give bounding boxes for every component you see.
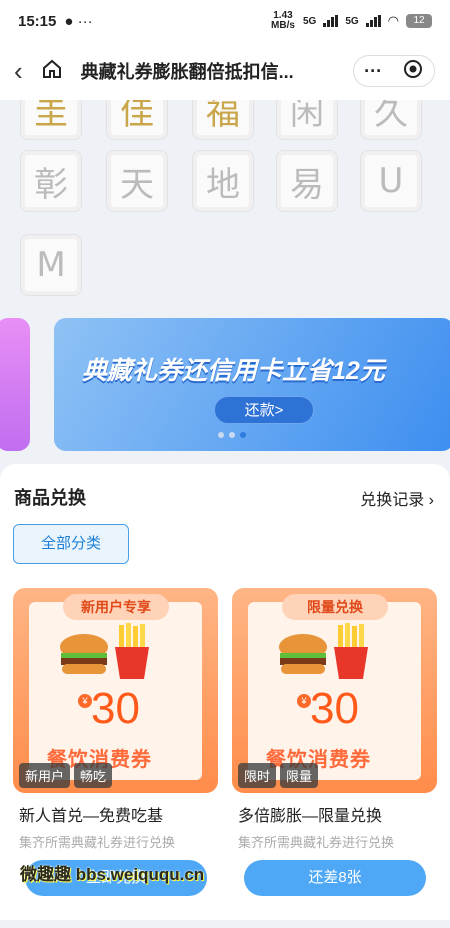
- signal-icon: [323, 15, 339, 27]
- product-tags: 限时 限量: [238, 763, 319, 788]
- yen-icon: ¥: [297, 694, 311, 708]
- card-char: U: [378, 161, 404, 201]
- card-char: 彰: [34, 164, 68, 205]
- card-tile[interactable]: 彰: [20, 150, 82, 212]
- coupon-ribbon: 新用户专享: [63, 594, 169, 620]
- back-icon[interactable]: ‹: [14, 56, 23, 87]
- network-type-1: 5G: [302, 15, 317, 27]
- card-char: 闲: [290, 100, 324, 133]
- product-tags: 新用户 畅吃: [19, 763, 113, 788]
- shortfall-button[interactable]: 还差8张: [244, 860, 426, 896]
- close-target-icon[interactable]: [403, 59, 423, 84]
- card-tile[interactable]: 福: [192, 100, 254, 140]
- battery-icon: 12: [406, 14, 432, 28]
- product-desc: 集齐所需典藏礼券进行兑换: [19, 835, 176, 850]
- exchange-panel: 商品兑换 兑换记录 › 全部分类 新用户专享 ¥ 30 餐饮消费券 新用户 畅吃…: [0, 464, 450, 920]
- fries-icon: [115, 623, 149, 679]
- card-tile[interactable]: 佳: [106, 100, 168, 140]
- burger-icon: [279, 634, 327, 674]
- coupon-amount: 30: [310, 684, 359, 733]
- card-tile[interactable]: M: [20, 234, 82, 296]
- collected-cards-grid: 圭 佳 福 闲 久 彰 天 地 易 U M: [0, 100, 450, 312]
- card-tile[interactable]: 久: [360, 100, 422, 140]
- coupon-image: 新用户专享 ¥ 30 餐饮消费券 新用户 畅吃: [13, 588, 218, 793]
- card-tile[interactable]: 闲: [276, 100, 338, 140]
- tag: 新用户: [19, 763, 71, 788]
- section-title: 商品兑换: [14, 488, 86, 508]
- exchange-record-link[interactable]: 兑换记录 ›: [360, 486, 434, 510]
- card-char: 易: [290, 164, 324, 205]
- yen-icon: ¥: [78, 694, 92, 708]
- product-name: 新人首兑—免费吃基: [19, 808, 164, 825]
- promo-banner[interactable]: 典藏礼券还信用卡立省12元 还款>: [54, 318, 450, 451]
- card-tile[interactable]: U: [360, 150, 422, 212]
- nav-bar: ‹ 典藏礼券膨胀翻倍抵扣信... ···: [0, 42, 450, 100]
- mini-program-capsule: ···: [352, 55, 435, 87]
- coupon-image: 限量兑换 ¥ 30 餐饮消费券 限时 限量: [232, 588, 437, 793]
- card-tile[interactable]: 地: [192, 150, 254, 212]
- product-name: 多倍膨胀—限量兑换: [238, 808, 383, 825]
- wifi-icon: ◠: [387, 13, 399, 28]
- card-char: 佳: [120, 100, 154, 133]
- card-char: 地: [206, 164, 240, 205]
- repay-button[interactable]: 还款>: [214, 396, 314, 424]
- card-char: M: [36, 245, 66, 285]
- carousel-indicator: [218, 432, 246, 438]
- status-bar: 15:15 ● ··· 1.43 MB/s 5G 5G ◠ 12: [0, 0, 450, 42]
- card-char: 福: [206, 100, 240, 133]
- coupon-ribbon: 限量兑换: [282, 594, 388, 620]
- tag: 限量: [280, 763, 319, 788]
- tag: 畅吃: [74, 763, 113, 788]
- product-desc: 集齐所需典藏礼券进行兑换: [238, 835, 395, 850]
- card-tile[interactable]: 易: [276, 150, 338, 212]
- card-tile[interactable]: 天: [106, 150, 168, 212]
- banner-headline: 典藏礼券还信用卡立省12元: [82, 357, 385, 385]
- notification-dot-icon: ● ···: [64, 12, 93, 30]
- card-char: 圭: [34, 100, 68, 133]
- coupon-amount: 30: [91, 684, 140, 733]
- network-type-2: 5G: [345, 15, 359, 27]
- card-char: 天: [120, 164, 154, 205]
- product-card[interactable]: 限量兑换 ¥ 30 餐饮消费券 限时 限量 多倍膨胀—限量兑换 集齐所需典藏礼券…: [232, 588, 437, 928]
- net-speed: 1.43 MB/s: [271, 10, 295, 31]
- status-time: 15:15: [18, 12, 57, 30]
- fries-icon: [334, 623, 368, 679]
- watermark: 微趣趣 bbs.weiququ.cn: [20, 865, 205, 884]
- banner-prev-slide[interactable]: [0, 318, 30, 451]
- signal-icon-2: [365, 15, 381, 27]
- tag: 限时: [238, 763, 277, 788]
- home-icon[interactable]: [41, 58, 63, 85]
- card-char: 久: [374, 100, 408, 133]
- page-title: 典藏礼券膨胀翻倍抵扣信...: [80, 62, 294, 82]
- more-icon[interactable]: ···: [364, 61, 382, 82]
- card-tile[interactable]: 圭: [20, 100, 82, 140]
- category-filter-button[interactable]: 全部分类: [13, 524, 129, 564]
- burger-icon: [60, 634, 108, 674]
